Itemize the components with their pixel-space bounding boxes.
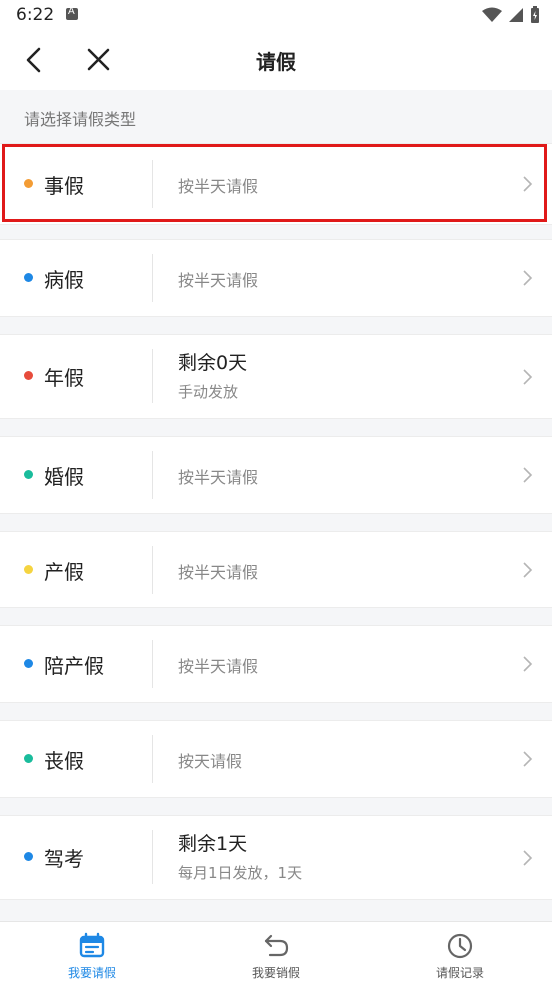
- wifi-icon: [482, 7, 502, 22]
- divider: [152, 254, 153, 302]
- divider: [152, 546, 153, 594]
- leave-type-name: 婚假: [44, 465, 84, 489]
- chevron-right-icon: [523, 751, 533, 767]
- page-title: 请假: [256, 50, 296, 74]
- leave-type-name: 病假: [44, 268, 84, 292]
- leave-type-item[interactable]: 产假 按半天请假: [0, 531, 552, 608]
- undo-arrow-icon: [264, 934, 289, 957]
- divider: [152, 451, 153, 499]
- status-dot: [24, 852, 33, 861]
- chevron-right-icon: [523, 176, 533, 192]
- leave-type-item[interactable]: 驾考 剩余1天 每月1日发放，1天: [0, 815, 552, 900]
- leave-type-item[interactable]: 年假 剩余0天 手动发放: [0, 334, 552, 419]
- tab-label: 我要请假: [67, 966, 116, 980]
- remaining-days: 剩余0天: [178, 352, 248, 374]
- leave-note: 手动发放: [178, 383, 239, 401]
- divider: [152, 830, 153, 884]
- status-dot: [24, 179, 33, 188]
- leave-type-item[interactable]: 事假 按半天请假: [0, 143, 552, 225]
- battery-icon: [531, 6, 539, 23]
- leave-type-item[interactable]: 病假 按半天请假: [0, 239, 552, 317]
- divider: [152, 160, 153, 208]
- status-dot: [24, 273, 33, 282]
- divider: [152, 735, 153, 783]
- leave-type-name: 产假: [44, 560, 84, 584]
- leave-rule: 按半天请假: [178, 468, 259, 487]
- leave-type-item[interactable]: 婚假 按半天请假: [0, 436, 552, 514]
- tab-leave-records[interactable]: 请假记录: [368, 922, 552, 984]
- top-bar: 请假: [0, 30, 552, 90]
- leave-type-item[interactable]: 陪产假 按半天请假: [0, 625, 552, 703]
- status-bar: 6:22: [0, 0, 552, 30]
- remaining-days: 剩余1天: [178, 833, 248, 855]
- chevron-right-icon: [523, 656, 533, 672]
- status-icons: [482, 4, 540, 26]
- status-dot: [24, 659, 33, 668]
- leave-rule: 按半天请假: [178, 177, 259, 196]
- leave-rule: 按半天请假: [178, 563, 259, 582]
- leave-rule: 按半天请假: [178, 657, 259, 676]
- section-title: 请选择请假类型: [24, 110, 137, 129]
- chevron-right-icon: [523, 562, 533, 578]
- divider: [152, 640, 153, 688]
- leave-type-name: 年假: [44, 366, 84, 390]
- notification-a-icon: [66, 6, 78, 20]
- tab-request-leave[interactable]: 我要请假: [0, 922, 184, 984]
- divider: [152, 349, 153, 403]
- leave-type-name: 事假: [44, 174, 84, 198]
- leave-type-name: 陪产假: [44, 654, 104, 678]
- leave-type-item[interactable]: 丧假 按天请假: [0, 720, 552, 798]
- status-dot: [24, 371, 33, 380]
- status-dot: [24, 565, 33, 574]
- status-time: 6:22: [16, 5, 55, 25]
- chevron-right-icon: [523, 270, 533, 286]
- tab-label: 请假记录: [435, 966, 484, 980]
- tab-cancel-leave[interactable]: 我要销假: [184, 922, 368, 984]
- signal-icon: [509, 8, 523, 22]
- status-dot: [24, 754, 33, 763]
- chevron-right-icon: [523, 467, 533, 483]
- leave-type-name: 驾考: [44, 847, 84, 871]
- leave-note: 每月1日发放，1天: [178, 864, 303, 882]
- bottom-tab-bar: 我要请假 我要销假 请假记录: [0, 921, 552, 984]
- leave-rule: 按半天请假: [178, 271, 259, 290]
- tab-label: 我要销假: [251, 966, 300, 980]
- calendar-icon: [79, 932, 105, 958]
- leave-rule: 按天请假: [178, 752, 243, 771]
- status-dot: [24, 470, 33, 479]
- chevron-right-icon: [523, 850, 533, 866]
- chevron-right-icon: [523, 369, 533, 385]
- clock-icon: [447, 933, 473, 959]
- leave-type-name: 丧假: [44, 749, 84, 773]
